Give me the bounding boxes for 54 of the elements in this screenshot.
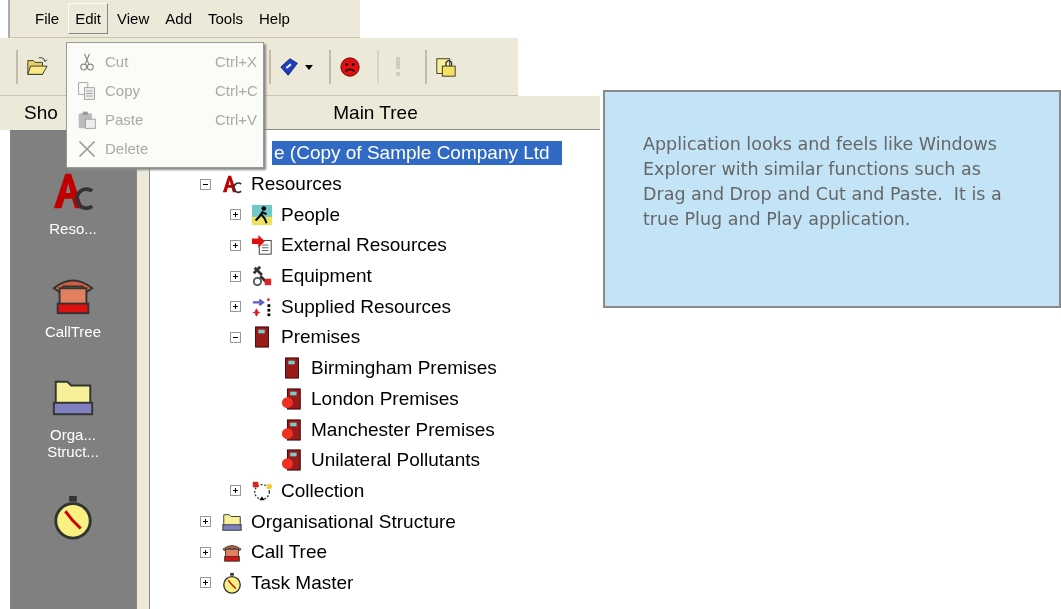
callout-text: Application looks and feels like Windows Explorer with similar functions such as Drag and Drop and Cut and Paste. It is a true Plug and Play application.	[643, 133, 1003, 231]
tree-item[interactable]: Call Tree	[249, 540, 330, 565]
menu-item[interactable]: Tools	[201, 3, 250, 34]
tree-item[interactable]: People	[279, 202, 343, 227]
cross-icon	[77, 138, 97, 159]
tree-item[interactable]: Resources	[249, 172, 344, 197]
menu-item[interactable]: Add	[158, 3, 199, 34]
expand-button[interactable]	[200, 516, 211, 528]
tree-item[interactable]: Collection	[279, 478, 367, 503]
open-folder-icon	[26, 55, 48, 78]
menu-item[interactable]: File	[28, 3, 67, 34]
menu-item[interactable]: View	[110, 3, 157, 34]
collapse-button[interactable]	[200, 178, 211, 190]
expand-button[interactable]	[230, 270, 241, 282]
circle-icon	[251, 479, 273, 502]
tree-item[interactable]: Task Master	[249, 570, 356, 595]
sad-face-icon	[339, 55, 361, 78]
tree-item[interactable]: Birmingham Premises	[309, 356, 499, 381]
tree-item[interactable]: Supplied Resources	[279, 294, 454, 319]
menu-item[interactable]: Edit	[68, 3, 109, 34]
expand-button[interactable]	[200, 577, 211, 589]
documents-icon	[77, 80, 97, 101]
door-alert-icon	[281, 418, 303, 441]
expand-button[interactable]	[230, 485, 241, 497]
menu-item[interactable]: Help	[252, 3, 297, 34]
tree-item[interactable]: Organisational Structure	[249, 509, 458, 534]
padlock-folder-icon	[435, 55, 457, 78]
tree-item[interactable]: Unilateral Pollutants	[309, 448, 482, 473]
shortcut-label[interactable]: Orga... Struct...	[33, 426, 113, 460]
tree-item[interactable]: e (Copy of Sample Company Ltd	[272, 141, 562, 166]
shortcut-label[interactable]: Reso...	[33, 220, 113, 237]
tree-item[interactable]: Equipment	[279, 264, 374, 289]
tree-item[interactable]: Manchester Premises	[309, 417, 497, 442]
exclamation-icon	[395, 56, 401, 77]
shortcut-label[interactable]: CallTree	[33, 323, 113, 340]
clipboard-icon	[77, 109, 97, 130]
collapse-button[interactable]	[230, 331, 241, 343]
door-alert-icon	[281, 387, 303, 410]
tag-icon	[279, 55, 301, 78]
scissors-icon	[77, 51, 97, 72]
tree-item[interactable]: External Resources	[279, 233, 449, 258]
arrows-icon	[251, 295, 273, 318]
stopwatch-icon	[221, 571, 243, 594]
tree-item[interactable]: Premises	[279, 325, 363, 350]
letters-icon	[221, 173, 243, 196]
tree-item[interactable]: London Premises	[309, 386, 461, 411]
arrow-document-icon	[251, 234, 273, 257]
expand-button[interactable]	[230, 209, 241, 221]
expand-button[interactable]	[230, 239, 241, 251]
tools-icon	[251, 265, 273, 288]
expand-button[interactable]	[200, 546, 211, 558]
door-alert-icon	[281, 449, 303, 472]
expand-button[interactable]	[230, 301, 241, 313]
person-icon	[251, 203, 273, 226]
